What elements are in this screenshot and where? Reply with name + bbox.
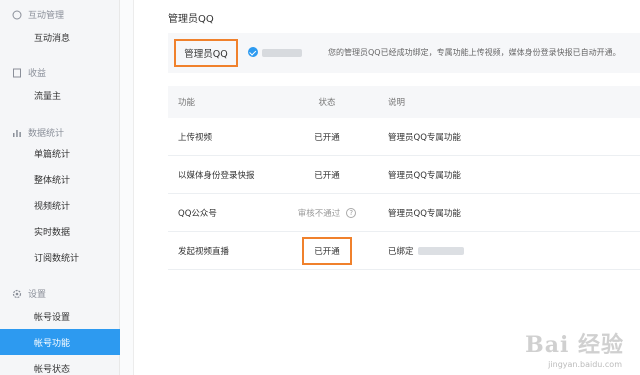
sidebar-item-account-settings[interactable]: 帐号设置 — [0, 303, 120, 329]
sidebar-item-label: 视频统计 — [34, 201, 71, 212]
feature-name: 发起视频直播 — [178, 246, 230, 257]
sidebar-item-label: 订阅数统计 — [34, 253, 80, 264]
help-question-icon[interactable]: ? — [346, 207, 357, 218]
sidebar: 互动管理 互动消息 收益 流量主 数据统计 单篇统计 整体统计 视频统计 实时数… — [0, 0, 120, 375]
sidebar-item-subscriber-stats[interactable]: 订阅数统计 — [0, 244, 120, 270]
sidebar-group-revenue[interactable]: 收益 — [12, 66, 46, 79]
feature-note: 管理员QQ专属功能 — [388, 208, 461, 219]
table-header: 功能 状态 说明 — [168, 86, 640, 118]
main-content: 管理员QQ 管理员QQ 您的管理员QQ已经成功绑定，专属功能上传视频，媒体身份登… — [134, 0, 640, 375]
sidebar-group-settings[interactable]: 设置 — [12, 287, 46, 300]
watermark: Bai 经验 jingyan.baidu.com — [492, 323, 632, 369]
feature-status: 已开通 — [302, 236, 352, 265]
features-table: 功能 状态 说明 上传视频 已开通 管理员QQ专属功能 以媒体身份登录快报 已开… — [168, 86, 640, 270]
sidebar-item-video-stats[interactable]: 视频统计 — [0, 192, 120, 218]
sidebar-group-interaction[interactable]: 互动管理 — [12, 8, 64, 21]
table-row: 发起视频直播 已开通 已绑定 — [168, 232, 640, 270]
feature-status: 已开通 — [314, 132, 340, 143]
gear-icon — [12, 289, 22, 298]
feature-note-cell: 已绑定 — [372, 232, 640, 269]
sidebar-item-label: 单篇统计 — [34, 149, 71, 160]
masked-bound-account — [417, 246, 464, 255]
feature-name: 以媒体身份登录快报 — [178, 170, 255, 181]
feature-status-cell: 已开通 — [282, 232, 372, 269]
sidebar-group-label: 数据统计 — [28, 129, 65, 139]
feature-note: 管理员QQ专属功能 — [388, 170, 461, 181]
header-feature: 功能 — [178, 98, 196, 108]
table-row: 以媒体身份登录快报 已开通 管理员QQ专属功能 — [168, 156, 640, 194]
sidebar-item-label: 互动消息 — [34, 33, 71, 44]
chat-bubble-icon — [12, 10, 22, 19]
feature-status: 审核不通过 — [297, 208, 341, 219]
admin-qq-panel: 管理员QQ 您的管理员QQ已经成功绑定，专属功能上传视频，媒体身份登录快报已自动… — [168, 33, 640, 73]
feature-name: QQ公众号 — [178, 208, 217, 219]
admin-qq-description: 您的管理员QQ已经成功绑定，专属功能上传视频，媒体身份登录快报已自动开通。 — [328, 48, 621, 57]
feature-status-cell: 审核不通过 ? — [282, 194, 372, 231]
sidebar-group-label: 设置 — [28, 290, 47, 300]
sidebar-item-label: 整体统计 — [34, 175, 71, 186]
masked-qq-number — [262, 49, 302, 57]
sidebar-group-label: 收益 — [28, 69, 47, 79]
sidebar-item-realtime-data[interactable]: 实时数据 — [0, 218, 120, 244]
feature-status-rejected: 审核不通过 ? — [298, 207, 357, 219]
watermark-logo: Bai 经验 — [525, 332, 624, 358]
sidebar-item-single-stats[interactable]: 单篇统计 — [0, 140, 120, 166]
sidebar-item-label: 流量主 — [34, 91, 62, 102]
table-row: QQ公众号 审核不通过 ? 管理员QQ专属功能 — [168, 194, 640, 232]
feature-note: 已绑定 — [388, 246, 414, 257]
sidebar-item-interaction-messages[interactable]: 互动消息 — [0, 24, 120, 50]
sidebar-item-label: 帐号功能 — [34, 338, 71, 349]
admin-qq-label: 管理员QQ — [174, 39, 238, 67]
sidebar-item-overall-stats[interactable]: 整体统计 — [0, 166, 120, 192]
sidebar-item-account-status[interactable]: 帐号状态 — [0, 355, 120, 375]
table-row: 上传视频 已开通 管理员QQ专属功能 — [168, 118, 640, 156]
sidebar-item-account-features[interactable]: 帐号功能 — [0, 329, 120, 355]
sidebar-item-traffic-owner[interactable]: 流量主 — [0, 82, 120, 108]
sidebar-item-label: 帐号状态 — [34, 364, 71, 375]
sidebar-gutter — [120, 0, 134, 375]
feature-note: 管理员QQ专属功能 — [388, 132, 461, 143]
watermark-url: jingyan.baidu.com — [548, 360, 622, 369]
sidebar-group-label: 互动管理 — [28, 11, 65, 21]
header-note: 说明 — [388, 98, 406, 108]
bar-chart-icon — [13, 129, 21, 137]
sidebar-item-label: 实时数据 — [34, 227, 71, 238]
page-title: 管理员QQ — [168, 14, 214, 25]
feature-status: 已开通 — [314, 170, 340, 181]
sidebar-item-label: 帐号设置 — [34, 312, 71, 323]
header-status: 状态 — [318, 98, 336, 108]
bookmark-icon — [13, 68, 21, 77]
verified-check-icon — [248, 47, 258, 57]
feature-name: 上传视频 — [178, 132, 213, 143]
sidebar-group-stats[interactable]: 数据统计 — [12, 126, 64, 139]
